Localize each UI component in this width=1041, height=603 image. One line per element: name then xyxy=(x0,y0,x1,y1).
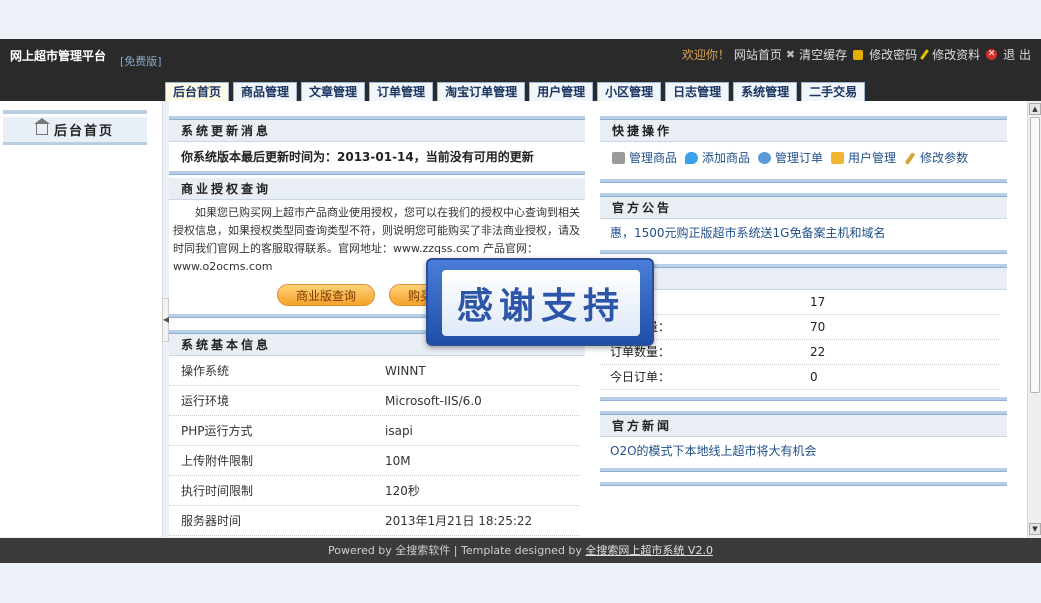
tab-communities[interactable]: 小区管理 xyxy=(597,82,662,102)
panel-divider xyxy=(169,171,585,175)
sidebar-divider xyxy=(3,110,147,114)
license-title: 商业授权查询 xyxy=(169,178,585,200)
quick-add-product[interactable]: 添加商品 xyxy=(685,150,750,166)
quick-edit-params[interactable]: 修改参数 xyxy=(904,150,968,166)
table-row: 今日订单： 0 xyxy=(600,365,999,390)
brand-title: 网上超市管理平台 xyxy=(10,49,107,63)
tab-users[interactable]: 用户管理 xyxy=(529,82,594,102)
table-row: 操作系统 WINNT xyxy=(169,356,579,386)
content-scrollbar[interactable]: ▲ ▼ xyxy=(1027,101,1041,537)
tab-articles[interactable]: 文章管理 xyxy=(301,82,366,102)
table-row: PHP运行方式 isapi xyxy=(169,416,579,446)
clear-cache-link[interactable]: 清空缓存 xyxy=(799,46,847,63)
edit-profile-link[interactable]: 修改资料 xyxy=(932,46,980,63)
tab-dashboard[interactable]: 后台首页 xyxy=(165,82,230,102)
news-title: 官方新闻 xyxy=(600,415,1007,437)
quick-manage-orders[interactable]: 管理订单 xyxy=(758,150,823,166)
table-row: 商品数量： 70 xyxy=(600,315,999,340)
table-row: 服务器时间 2013年1月21日 18:25:22 xyxy=(169,506,579,536)
order-icon xyxy=(758,152,772,164)
scroll-thumb[interactable] xyxy=(1030,117,1040,393)
site-home-link[interactable]: 网站首页 xyxy=(734,46,782,63)
sidebar-item-label: 后台首页 xyxy=(53,124,114,139)
footer-text: Powered by 全搜索软件 | Template designed by xyxy=(328,544,586,557)
license-query-button[interactable]: 商业版查询 xyxy=(277,284,376,306)
main-nav: 后台首页 商品管理 文章管理 订单管理 淘宝订单管理 用户管理 小区管理 日志管… xyxy=(165,82,866,102)
sidebar-item-dashboard[interactable]: 后台首页 xyxy=(3,117,147,145)
thanks-banner-text: 感谢支持 xyxy=(442,270,640,336)
notice-link[interactable]: 惠，1500元购正版超市系统送1G免备案主机和域名 xyxy=(600,219,1007,246)
right-column: 快捷操作 管理商品 添加商品 管理订单 用户管理 修改参数 官方公告 惠，150… xyxy=(600,101,1007,486)
pencil-icon xyxy=(920,49,930,60)
system-update-title: 系统更新消息 xyxy=(169,120,585,142)
table-row: 上传附件限制 10M xyxy=(169,446,579,476)
table-row: 运行环境 Microsoft-IIS/6.0 xyxy=(169,386,579,416)
quick-manage-products[interactable]: 管理商品 xyxy=(612,150,677,166)
table-row: 订单数量： 22 xyxy=(600,340,999,365)
quick-ops-list: 管理商品 添加商品 管理订单 用户管理 修改参数 xyxy=(600,142,1007,166)
add-icon xyxy=(685,152,699,164)
stats-title: 计 xyxy=(600,268,1007,290)
footer: Powered by 全搜索软件 | Template designed by … xyxy=(0,538,1041,563)
tab-logs[interactable]: 日志管理 xyxy=(665,82,730,102)
tab-taobao-orders[interactable]: 淘宝订单管理 xyxy=(437,82,526,102)
system-update-text: 你系统版本最后更新时间为：2013-01-14，当前没有可用的更新 xyxy=(181,150,534,164)
user-icon xyxy=(831,152,845,164)
table-row: 会员数： 17 xyxy=(600,290,999,315)
scroll-down-icon[interactable]: ▼ xyxy=(1029,523,1041,535)
quick-manage-users[interactable]: 用户管理 xyxy=(831,150,896,166)
logout-link[interactable]: 退 出 xyxy=(1003,46,1031,63)
sidebar-collapse-handle[interactable]: ◀ xyxy=(162,298,169,342)
lock-icon xyxy=(853,49,864,60)
change-password-link[interactable]: 修改密码 xyxy=(869,46,917,63)
clear-icon: ✖ xyxy=(785,48,796,61)
panel-divider xyxy=(600,482,1007,486)
tab-second-hand[interactable]: 二手交易 xyxy=(801,82,866,102)
table-row: 执行时间限制 120秒 xyxy=(169,476,579,506)
exit-icon: ✕ xyxy=(986,49,998,60)
top-links: 欢迎你！ 网站首页 ✖ 清空缓存 修改密码 修改资料 ✕ 退 出 xyxy=(682,46,1031,63)
document-icon xyxy=(612,152,625,164)
news-link[interactable]: O2O的模式下本地线上超市将大有机会 xyxy=(600,437,1007,464)
sidebar: 后台首页 xyxy=(0,101,163,537)
scroll-up-icon[interactable]: ▲ xyxy=(1029,103,1041,115)
home-icon xyxy=(33,118,50,135)
quick-ops-title: 快捷操作 xyxy=(600,120,1007,142)
tab-orders[interactable]: 订单管理 xyxy=(369,82,434,102)
pencil-icon xyxy=(904,151,916,165)
tab-system[interactable]: 系统管理 xyxy=(733,82,798,102)
welcome-text: 欢迎你！ xyxy=(681,48,730,62)
footer-link[interactable]: 全搜索网上超市系统 V2.0 xyxy=(585,544,713,557)
tab-products[interactable]: 商品管理 xyxy=(233,82,298,102)
edition-label: [免费版] xyxy=(120,55,162,68)
notice-title: 官方公告 xyxy=(600,197,1007,219)
thanks-banner[interactable]: 感谢支持 xyxy=(426,258,654,346)
